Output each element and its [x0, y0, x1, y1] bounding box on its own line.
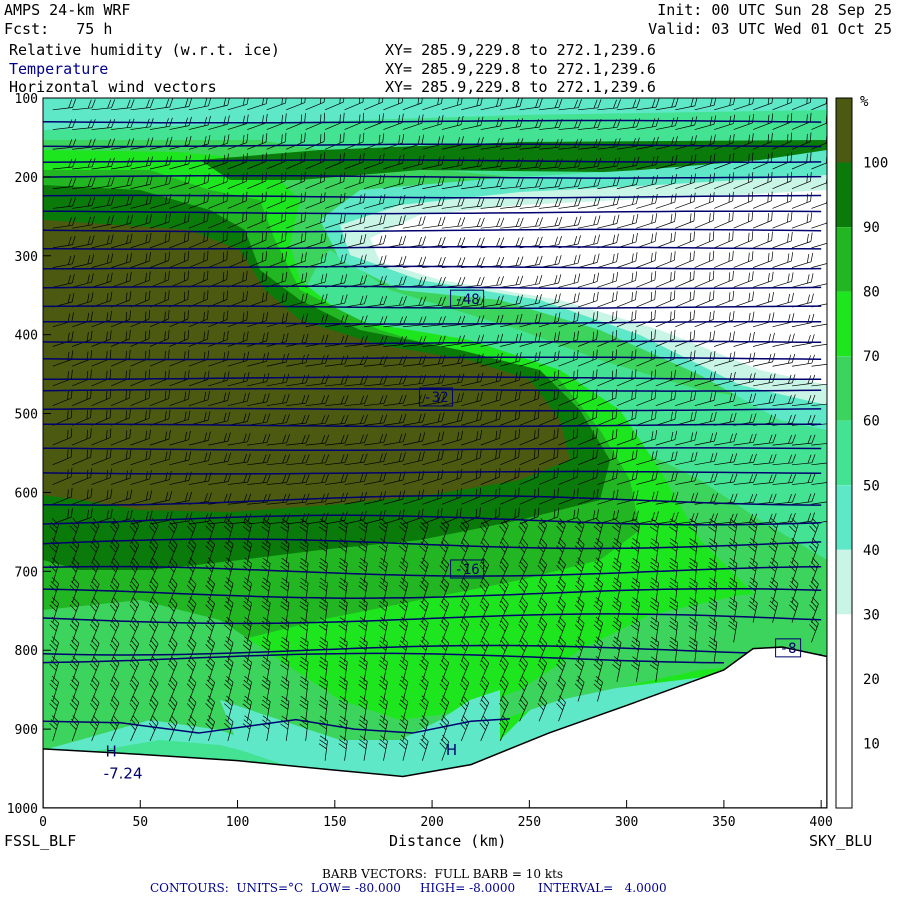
colorbar-unit: % — [860, 94, 869, 110]
contours-note: CONTOURS: UNITS=°C LOW= -80.000 HIGH= -8… — [150, 881, 667, 895]
right-station-label: SKY_BLU — [809, 832, 873, 850]
x-tick-label: 100 — [226, 815, 249, 830]
x-tick-label: 150 — [323, 815, 346, 830]
colorbar-segment — [836, 614, 852, 679]
colorbar-segment — [836, 291, 852, 357]
y-tick-label: 700 — [15, 565, 38, 580]
y-tick-label: 300 — [15, 250, 38, 265]
high-marker: H — [105, 743, 116, 761]
colorbar-tick-label: 100 — [863, 156, 888, 172]
plot-area — [43, 98, 827, 808]
y-tick-label: 200 — [15, 171, 38, 186]
colorbar-segment — [836, 420, 852, 486]
contour-label: -32 — [423, 390, 448, 406]
colorbar-tick-label: 20 — [863, 672, 880, 688]
contour-label: -8 — [780, 641, 797, 657]
y-tick-label: 800 — [15, 644, 38, 659]
colorbar-tick-label: 30 — [863, 607, 880, 623]
high-marker: H — [446, 741, 457, 759]
x-axis-title: Distance (km) — [389, 832, 507, 850]
barb-vectors-note: BARB VECTORS: FULL BARB = 10 kts — [322, 867, 564, 881]
colorbar-segment — [836, 485, 852, 550]
high-value: -7.24 — [104, 765, 143, 783]
colorbar-tick-label: 80 — [863, 285, 880, 301]
y-tick-label: 500 — [15, 408, 38, 423]
colorbar-tick-label: 10 — [863, 736, 880, 752]
colorbar-tick-label: 70 — [863, 349, 880, 365]
colorbar-tick-label: 60 — [863, 414, 880, 430]
colorbar-segment — [836, 162, 852, 228]
colorbar-segment — [836, 227, 852, 292]
x-tick-label: 0 — [39, 815, 47, 830]
left-station-label: FSSL_BLF — [4, 832, 77, 850]
y-tick-label: 400 — [15, 329, 38, 344]
x-tick-label: 400 — [809, 815, 832, 830]
colorbar-segment — [836, 356, 852, 421]
x-tick-label: 350 — [712, 815, 735, 830]
colorbar-tick-label: 50 — [863, 478, 880, 494]
y-tick-label: 100 — [15, 92, 38, 107]
y-tick-label: 600 — [15, 486, 38, 501]
colorbar-segment — [836, 98, 852, 163]
contour-label: -48 — [454, 292, 479, 308]
colorbar: 100 90 80 70 60 50 40 30 20 10% — [835, 94, 888, 809]
colorbar-tick-label: 90 — [863, 220, 880, 236]
colorbar-segment — [836, 549, 852, 615]
contour-label: -16 — [454, 562, 479, 578]
y-tick-label: 1000 — [7, 802, 38, 817]
x-tick-label: 300 — [615, 815, 638, 830]
y-tick-label: 900 — [15, 723, 38, 738]
x-tick-label: 250 — [518, 815, 541, 830]
x-tick-label: 200 — [420, 815, 443, 830]
x-tick-label: 50 — [132, 815, 148, 830]
colorbar-segment — [836, 678, 852, 744]
cross-section-plot: 0 50 100 150 200 250 300 350 400 100 200 300 400 500 6… — [7, 92, 889, 830]
colorbar-tick-label: 40 — [863, 543, 880, 559]
colorbar-segment — [836, 743, 852, 809]
